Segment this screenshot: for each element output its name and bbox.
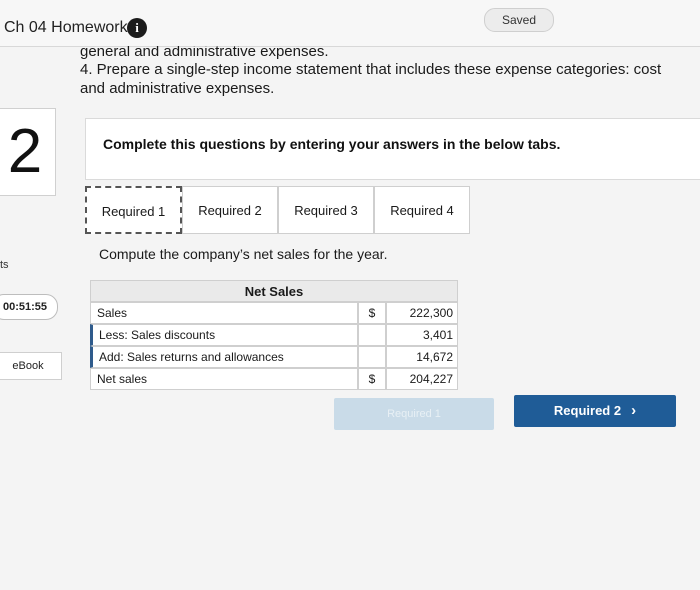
row-label-sales-discounts[interactable]: Less: Sales discounts [90,324,358,346]
currency-symbol [358,324,386,346]
assignment-title: Ch 04 Homework [4,19,128,36]
currency-symbol: $ [358,302,386,324]
sales-discounts-input[interactable]: 3,401 [386,324,458,346]
points-label-partial: ts [0,259,9,271]
table-row: Sales $ 222,300 [90,302,458,324]
row-label-returns-allowances[interactable]: Add: Sales returns and allowances [90,346,358,368]
info-icon[interactable]: i [127,18,147,38]
sales-amount-input[interactable]: 222,300 [386,302,458,324]
row-label-sales: Sales [90,302,358,324]
question-line-cut: general and administrative expenses. [80,46,329,60]
table-row: Add: Sales returns and allowances 14,672 [90,346,458,368]
question-text: general and administrative expenses. 4. … [80,46,700,98]
tab-required-2[interactable]: Required 2 [182,186,278,234]
tab-required-4[interactable]: Required 4 [374,186,470,234]
instruction-text: Complete this questions by entering your… [103,136,561,152]
row-label-net-sales: Net sales [90,368,358,390]
table-header: Net Sales [90,280,458,302]
currency-symbol: $ [358,368,386,390]
prev-button-label: Required 1 [387,408,441,420]
currency-symbol [358,346,386,368]
net-sales-total: 204,227 [386,368,458,390]
previous-required-button[interactable]: Required 1 [334,398,494,430]
tab-required-3[interactable]: Required 3 [278,186,374,234]
tab-required-1[interactable]: Required 1 [85,186,182,234]
table-row: Net sales $ 204,227 [90,368,458,390]
chevron-right-icon: › [631,402,637,419]
saved-status-badge: Saved [484,8,554,32]
question-line-4b: and administrative expenses. [80,80,275,97]
left-rail: 2 ts 00:51:55 eBook [0,46,62,590]
task-prompt: Compute the company’s net sales for the … [99,246,388,262]
next-button-label: Required 2 [553,403,622,418]
returns-allowances-input[interactable]: 14,672 [386,346,458,368]
table-row: Less: Sales discounts 3,401 [90,324,458,346]
next-required-button[interactable]: Required 2 › [514,395,676,427]
question-number: 2 [0,108,56,196]
ebook-button[interactable]: eBook [0,352,62,380]
question-line-4: 4. Prepare a single-step income statemen… [80,61,662,78]
timer: 00:51:55 [0,294,58,320]
top-bar: Ch 04 Homework i Saved [0,0,700,47]
